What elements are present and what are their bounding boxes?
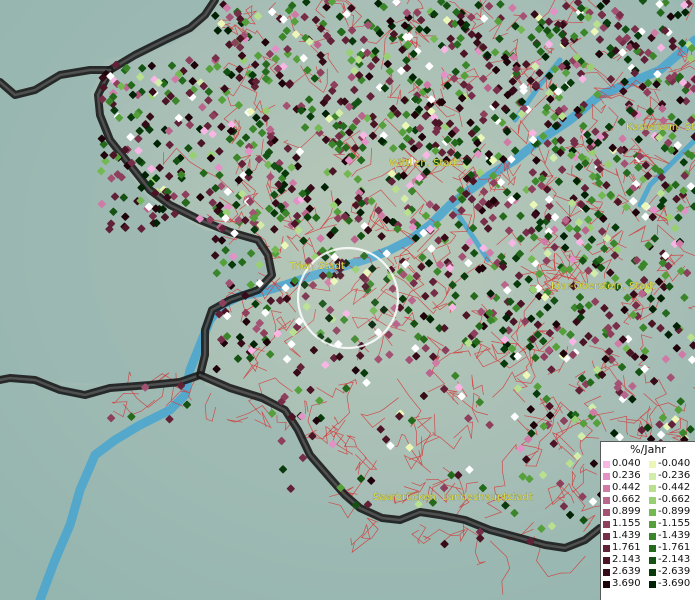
place-label-kastellaun: Kastellaun, Stadt [626, 122, 695, 133]
legend: %/Jahr 0.040 -0.040 0.236 -0.236 0.442 -0.442… [600, 441, 695, 600]
legend-entry-subsidence: -0.662 [649, 494, 695, 506]
legend-value: 1.155 [612, 518, 641, 529]
legend-swatch [649, 496, 656, 504]
legend-value: 0.442 [612, 482, 641, 493]
legend-entries: 0.040 -0.040 0.236 -0.236 0.442 -0.442 0.662 -0… [603, 458, 695, 590]
legend-value: -2.639 [658, 566, 691, 577]
legend-entry-subsidence: -0.236 [649, 470, 695, 482]
legend-entry-subsidence: -1.155 [649, 518, 695, 530]
legend-swatch [603, 484, 610, 492]
legend-entry-uplift: 1.439 [603, 530, 649, 542]
legend-swatch [603, 544, 610, 552]
legend-swatch [649, 568, 656, 576]
legend-swatch [603, 580, 610, 588]
legend-swatch [649, 580, 656, 588]
place-label-wittlich: Wittlich, Stadt [389, 158, 460, 169]
legend-swatch [603, 556, 610, 564]
legend-entry-uplift: 0.899 [603, 506, 649, 518]
legend-entry-subsidence: -3.690 [649, 578, 695, 590]
legend-row: 1.155 -1.155 [603, 518, 695, 530]
place-label-saarbruecken: Saarbrücken, Landeshauptstadt [373, 492, 533, 503]
legend-row: 0.040 -0.040 [603, 458, 695, 470]
legend-entry-uplift: 0.662 [603, 494, 649, 506]
legend-value: -2.143 [658, 554, 691, 565]
legend-value: 3.690 [612, 578, 641, 589]
legend-row: 0.236 -0.236 [603, 470, 695, 482]
legend-row: 0.662 -0.662 [603, 494, 695, 506]
legend-row: 1.439 -1.439 [603, 530, 695, 542]
legend-title: %/Jahr [630, 443, 666, 456]
legend-value: -1.439 [658, 530, 691, 541]
legend-entry-subsidence: -2.639 [649, 566, 695, 578]
legend-value: -0.236 [658, 470, 691, 481]
legend-entry-subsidence: -0.040 [649, 458, 695, 470]
place-label-trier: Trier, Stadt [289, 261, 345, 272]
legend-entry-uplift: 0.040 [603, 458, 649, 470]
legend-swatch [649, 460, 656, 468]
legend-swatch [649, 508, 656, 516]
legend-entry-uplift: 0.442 [603, 482, 649, 494]
legend-entry-uplift: 1.761 [603, 542, 649, 554]
place-label-idar-oberstein: Idar-Oberstein, Stadt [551, 281, 656, 292]
legend-value: -0.040 [658, 458, 691, 469]
legend-entry-uplift: 0.236 [603, 470, 649, 482]
legend-swatch [649, 520, 656, 528]
legend-swatch [603, 472, 610, 480]
legend-row: 0.899 -0.899 [603, 506, 695, 518]
legend-row: 2.639 -2.639 [603, 566, 695, 578]
legend-swatch [649, 556, 656, 564]
legend-entry-uplift: 3.690 [603, 578, 649, 590]
legend-value: 0.236 [612, 470, 641, 481]
legend-value: 0.662 [612, 494, 641, 505]
legend-swatch [649, 532, 656, 540]
legend-entry-uplift: 2.639 [603, 566, 649, 578]
legend-value: 2.143 [612, 554, 641, 565]
legend-row: 0.442 -0.442 [603, 482, 695, 494]
legend-entry-subsidence: -1.439 [649, 530, 695, 542]
legend-value: 0.040 [612, 458, 641, 469]
legend-value: 1.439 [612, 530, 641, 541]
legend-swatch [649, 484, 656, 492]
legend-value: 2.639 [612, 566, 641, 577]
legend-swatch [603, 568, 610, 576]
legend-swatch [603, 520, 610, 528]
legend-entry-subsidence: -2.143 [649, 554, 695, 566]
legend-swatch [603, 460, 610, 468]
legend-entry-uplift: 2.143 [603, 554, 649, 566]
legend-swatch [603, 532, 610, 540]
map-canvas[interactable]: Wittlich, Stadt Kastellaun, Stadt Trier,… [0, 0, 695, 600]
legend-swatch [649, 544, 656, 552]
legend-entry-subsidence: -1.761 [649, 542, 695, 554]
legend-value: -0.899 [658, 506, 691, 517]
legend-value: -1.761 [658, 542, 691, 553]
legend-row: 2.143 -2.143 [603, 554, 695, 566]
legend-value: -0.442 [658, 482, 691, 493]
legend-value: 0.899 [612, 506, 641, 517]
legend-row: 3.690 -3.690 [603, 578, 695, 590]
legend-value: -0.662 [658, 494, 691, 505]
legend-swatch [603, 508, 610, 516]
legend-value: 1.761 [612, 542, 641, 553]
legend-value: -3.690 [658, 578, 691, 589]
legend-swatch [603, 496, 610, 504]
legend-swatch [649, 472, 656, 480]
legend-entry-uplift: 1.155 [603, 518, 649, 530]
legend-entry-subsidence: -0.899 [649, 506, 695, 518]
legend-value: -1.155 [658, 518, 691, 529]
legend-entry-subsidence: -0.442 [649, 482, 695, 494]
legend-row: 1.761 -1.761 [603, 542, 695, 554]
